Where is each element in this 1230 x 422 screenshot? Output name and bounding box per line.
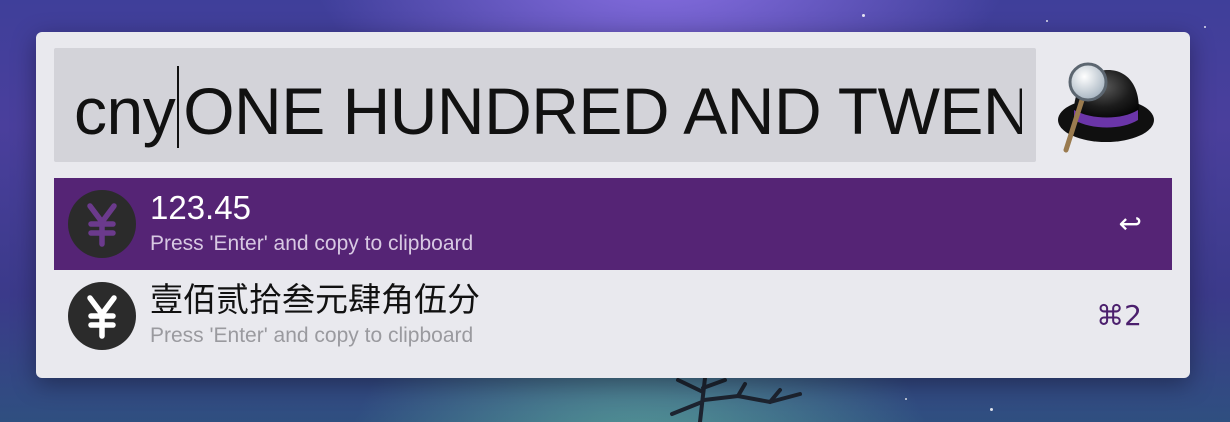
search-field[interactable]: cnyONE HUNDRED AND TWENTY THREE POINT FO… <box>54 48 1036 162</box>
result-row-1[interactable]: 123.45 Press 'Enter' and copy to clipboa… <box>54 178 1172 270</box>
star <box>862 14 865 17</box>
result-subtitle: Press 'Enter' and copy to clipboard <box>150 232 474 255</box>
return-key-icon: ↩ <box>1118 207 1142 240</box>
yuan-icon <box>68 190 136 258</box>
result-title: 123.45 <box>150 189 251 226</box>
star <box>1046 20 1048 22</box>
search-text[interactable]: cnyONE HUNDRED AND TWENTY THREE POINT FO… <box>74 66 1022 150</box>
search-query: ONE HUNDRED AND TWENTY THREE POINT FOUR … <box>183 74 1022 148</box>
result-subtitle: Press 'Enter' and copy to clipboard <box>150 324 474 347</box>
command-shortcut: ⌘2 <box>1096 299 1142 332</box>
text-caret <box>177 66 180 148</box>
alfred-hat-icon[interactable] <box>1052 60 1154 156</box>
result-title: 壹佰贰拾叁元肆角伍分 <box>150 281 480 318</box>
desktop-background: { "search": { "keyword": "cny", "query":… <box>0 0 1230 422</box>
star <box>905 398 907 400</box>
result-row-2[interactable]: 壹佰贰拾叁元肆角伍分 Press 'Enter' and copy to cli… <box>54 270 1172 362</box>
yuan-icon <box>68 282 136 350</box>
search-keyword: cny <box>74 74 176 148</box>
star <box>1204 26 1206 28</box>
launcher-window: cnyONE HUNDRED AND TWENTY THREE POINT FO… <box>36 32 1190 378</box>
star <box>990 408 993 411</box>
